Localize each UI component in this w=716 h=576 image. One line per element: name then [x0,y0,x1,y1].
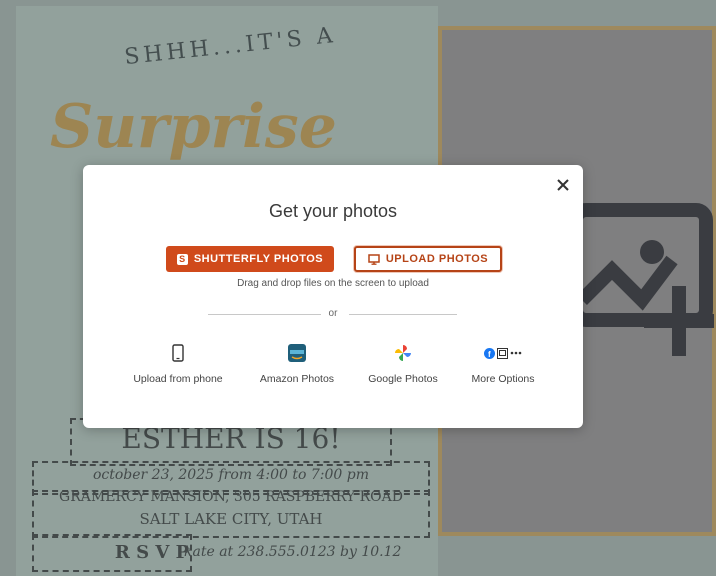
google-photos-icon [395,345,411,361]
facebook-icon: f [484,347,495,359]
upload-from-phone-option[interactable]: Upload from phone [123,342,233,385]
drag-drop-hint: Drag and drop files on the screen to upl… [237,278,429,289]
upload-photos-label: UPLOAD PHOTOS [385,253,489,265]
phone-icon [172,344,184,362]
gallery-icon [497,347,508,359]
get-photos-dialog: Get your photos S SHUTTERFLY PHOTOS UPLO… [83,165,583,428]
upload-photos-button[interactable]: UPLOAD PHOTOS [354,246,502,272]
upload-from-phone-label: Upload from phone [133,373,223,385]
shutterfly-logo-icon: S [176,253,188,265]
amazon-photos-icon [288,344,306,362]
more-options-option[interactable]: f More Options [448,342,558,385]
google-photos-option[interactable]: Google Photos [348,342,458,385]
shutterfly-photos-button[interactable]: S SHUTTERFLY PHOTOS [166,246,334,272]
more-options-label: More Options [471,373,535,385]
close-icon[interactable] [555,177,571,193]
divider-right [349,314,457,315]
amazon-photos-option[interactable]: Amazon Photos [242,342,352,385]
google-photos-label: Google Photos [368,373,438,385]
amazon-photos-label: Amazon Photos [259,373,335,385]
or-separator: or [328,308,338,319]
more-dots-icon [510,351,522,355]
monitor-icon [368,253,380,265]
svg-text:f: f [488,350,491,359]
shutterfly-photos-label: SHUTTERFLY PHOTOS [193,253,324,265]
dialog-title: Get your photos [268,201,398,221]
